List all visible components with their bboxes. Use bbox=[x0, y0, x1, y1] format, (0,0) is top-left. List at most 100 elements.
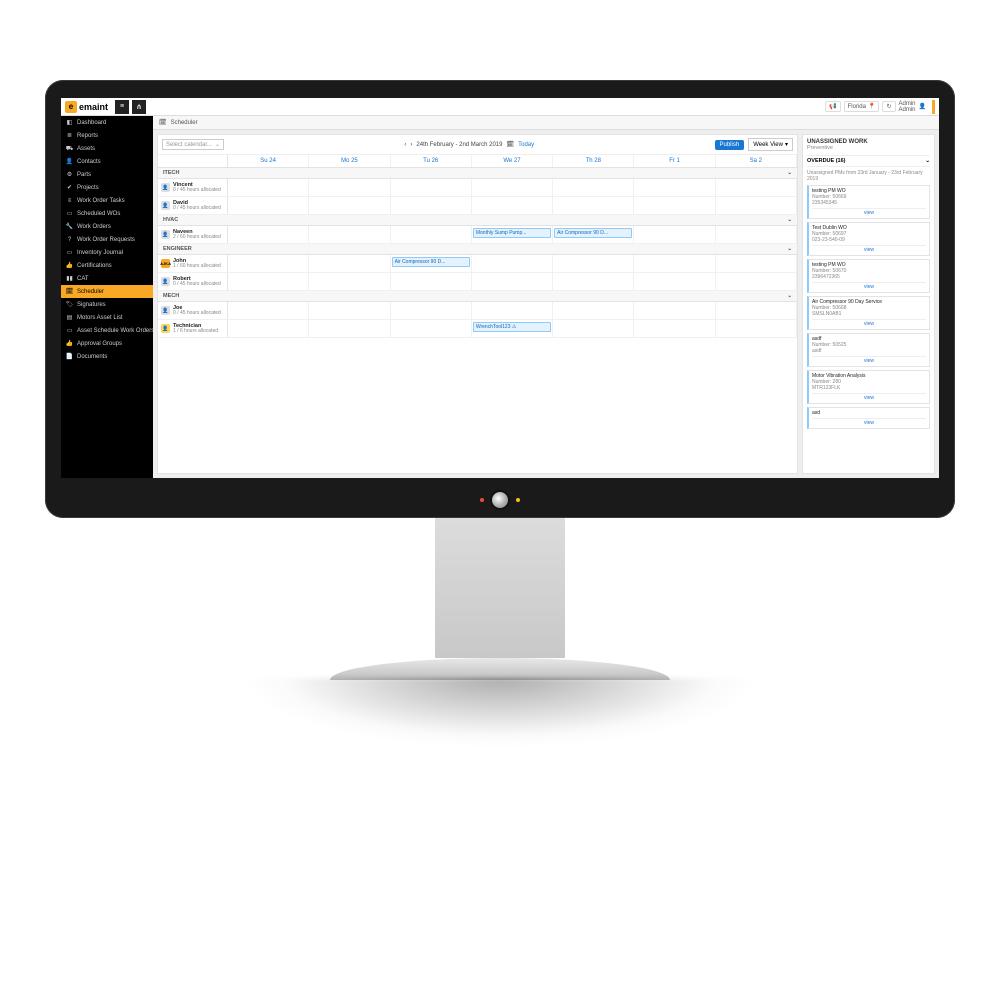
day-cell[interactable] bbox=[634, 255, 715, 272]
card-view-link[interactable]: view bbox=[812, 418, 926, 426]
sidebar-item-approval-groups[interactable]: 👍Approval Groups bbox=[61, 337, 153, 350]
sidebar-item-reports[interactable]: ≣Reports bbox=[61, 129, 153, 142]
day-cell[interactable] bbox=[472, 255, 553, 272]
card-view-link[interactable]: view bbox=[812, 245, 926, 253]
next-week-button[interactable]: › bbox=[410, 142, 412, 148]
group-header[interactable]: HVAC⌄ bbox=[158, 215, 797, 226]
day-cell[interactable] bbox=[228, 302, 309, 319]
card-view-link[interactable]: view bbox=[812, 282, 926, 290]
card-view-link[interactable]: view bbox=[812, 319, 926, 327]
day-cell[interactable] bbox=[716, 226, 797, 243]
refresh-button[interactable]: ↻ bbox=[882, 101, 895, 112]
day-cell[interactable] bbox=[634, 302, 715, 319]
user-block[interactable]: Admin Admin bbox=[899, 101, 916, 113]
resource-cell[interactable]: 👤 Robert 0 / 45 hours allocated bbox=[158, 273, 228, 290]
day-cell[interactable] bbox=[309, 226, 390, 243]
day-cell[interactable] bbox=[309, 255, 390, 272]
day-cell[interactable] bbox=[553, 302, 634, 319]
day-cell[interactable] bbox=[553, 197, 634, 214]
unassigned-card[interactable]: asd view bbox=[807, 407, 930, 429]
unassigned-card[interactable]: Test Dublin WO Number: 50697 023-23-540-… bbox=[807, 222, 930, 256]
day-cell[interactable] bbox=[228, 226, 309, 243]
day-cell[interactable] bbox=[472, 302, 553, 319]
day-cell[interactable] bbox=[228, 255, 309, 272]
day-cell[interactable] bbox=[309, 302, 390, 319]
work-order-chip[interactable]: Air Compressor 90 D... bbox=[392, 257, 470, 267]
sidebar-item-documents[interactable]: 📄Documents bbox=[61, 350, 153, 363]
unassigned-card[interactable]: Air Compressor 90 Day Service Number: 50… bbox=[807, 296, 930, 330]
day-cell[interactable] bbox=[716, 320, 797, 337]
day-cell[interactable]: Air Compressor 90 D... bbox=[553, 226, 634, 243]
day-cell[interactable] bbox=[309, 197, 390, 214]
resource-cell[interactable]: 👤 David 0 / 45 hours allocated bbox=[158, 197, 228, 214]
sidebar-item-inventory-journal[interactable]: ▭Inventory Journal bbox=[61, 246, 153, 259]
card-view-link[interactable]: view bbox=[812, 356, 926, 364]
chevron-down-icon[interactable]: ⌄ bbox=[925, 158, 930, 164]
day-cell[interactable] bbox=[228, 320, 309, 337]
day-cell[interactable] bbox=[472, 197, 553, 214]
publish-button[interactable]: Publish bbox=[715, 140, 745, 150]
day-cell[interactable] bbox=[228, 179, 309, 196]
day-cell[interactable] bbox=[634, 273, 715, 290]
sidebar-item-work-orders[interactable]: 🔧Work Orders bbox=[61, 220, 153, 233]
day-cell[interactable] bbox=[716, 179, 797, 196]
sidebar-item-certifications[interactable]: 👍Certifications bbox=[61, 259, 153, 272]
brand-logo[interactable]: e emaint bbox=[65, 101, 108, 113]
work-order-chip[interactable]: Air Compressor 90 D... bbox=[554, 228, 632, 238]
sidebar-item-work-order-tasks[interactable]: ≡Work Order Tasks bbox=[61, 194, 153, 207]
work-order-chip[interactable]: Monthly Sump Pump... bbox=[473, 228, 551, 238]
day-cell[interactable] bbox=[391, 197, 472, 214]
announcement-button[interactable]: 📢 bbox=[825, 101, 840, 112]
day-cell[interactable] bbox=[228, 197, 309, 214]
date-picker-icon[interactable]: 🗓 bbox=[506, 141, 514, 148]
location-selector[interactable]: Florida 📍 bbox=[844, 101, 880, 112]
day-cell[interactable] bbox=[716, 255, 797, 272]
day-cell[interactable] bbox=[634, 179, 715, 196]
resource-cell[interactable]: 👤 Naveen 2 / 60 hours allocated bbox=[158, 226, 228, 243]
calendar-select[interactable]: Select calendar... ⌄ bbox=[162, 139, 224, 150]
today-button[interactable]: Today bbox=[518, 142, 534, 148]
resource-cell[interactable]: 👤 Vincent 0 / 45 hours allocated bbox=[158, 179, 228, 196]
day-cell[interactable] bbox=[391, 302, 472, 319]
card-view-link[interactable]: view bbox=[812, 208, 926, 216]
resource-cell[interactable]: AJKA John 1 / 60 hours allocated bbox=[158, 255, 228, 272]
day-cell[interactable] bbox=[716, 273, 797, 290]
day-cell[interactable] bbox=[309, 320, 390, 337]
sidebar-item-scheduler[interactable]: 🗓Scheduler bbox=[61, 285, 153, 298]
sidebar-item-parts[interactable]: ⚙Parts bbox=[61, 168, 153, 181]
day-cell[interactable]: Monthly Sump Pump... bbox=[472, 226, 553, 243]
day-cell[interactable] bbox=[391, 273, 472, 290]
day-cell[interactable] bbox=[553, 179, 634, 196]
unassigned-card[interactable]: testing PM WO Number: 50669 235345345 vi… bbox=[807, 185, 930, 219]
day-cell[interactable]: Air Compressor 90 D... bbox=[391, 255, 472, 272]
group-header[interactable]: ITECH⌄ bbox=[158, 168, 797, 179]
menu-list-icon[interactable]: ≡ bbox=[115, 100, 129, 114]
day-cell[interactable] bbox=[634, 320, 715, 337]
prev-week-button[interactable]: ‹ bbox=[404, 142, 406, 148]
day-cell[interactable] bbox=[228, 273, 309, 290]
sidebar-item-scheduled-wos[interactable]: ▭Scheduled WOs bbox=[61, 207, 153, 220]
card-view-link[interactable]: view bbox=[812, 393, 926, 401]
unassigned-card[interactable]: testing PM WO Number: 50670 2396472365 v… bbox=[807, 259, 930, 293]
work-order-chip[interactable]: WrenchTool123 ⚠ bbox=[473, 322, 551, 332]
day-cell[interactable] bbox=[553, 255, 634, 272]
sidebar-item-signatures[interactable]: 🏷Signatures bbox=[61, 298, 153, 311]
unassigned-card[interactable]: asdf Number: 50525 asdf view bbox=[807, 333, 930, 367]
day-cell[interactable] bbox=[634, 197, 715, 214]
sidebar-item-assets[interactable]: ⛟Assets bbox=[61, 142, 153, 155]
sidebar-item-projects[interactable]: ✔Projects bbox=[61, 181, 153, 194]
view-mode-select[interactable]: Week View ▾ bbox=[748, 138, 793, 151]
sidebar-item-contacts[interactable]: 👤Contacts bbox=[61, 155, 153, 168]
sidebar-item-asset-schedule-work-orders[interactable]: ▭Asset Schedule Work Orders bbox=[61, 324, 153, 337]
unassigned-card[interactable]: Motor Vibration Analysis Number: 280 MTR… bbox=[807, 370, 930, 404]
group-header[interactable]: MECH⌄ bbox=[158, 291, 797, 302]
day-cell[interactable]: WrenchTool123 ⚠ bbox=[472, 320, 553, 337]
day-cell[interactable] bbox=[309, 273, 390, 290]
sidebar-item-work-order-requests[interactable]: ?Work Order Requests bbox=[61, 233, 153, 246]
day-cell[interactable] bbox=[391, 179, 472, 196]
day-cell[interactable] bbox=[553, 273, 634, 290]
day-cell[interactable] bbox=[391, 320, 472, 337]
day-cell[interactable] bbox=[472, 179, 553, 196]
sidebar-item-motors-asset-list[interactable]: ▤Motors Asset List bbox=[61, 311, 153, 324]
day-cell[interactable] bbox=[391, 226, 472, 243]
